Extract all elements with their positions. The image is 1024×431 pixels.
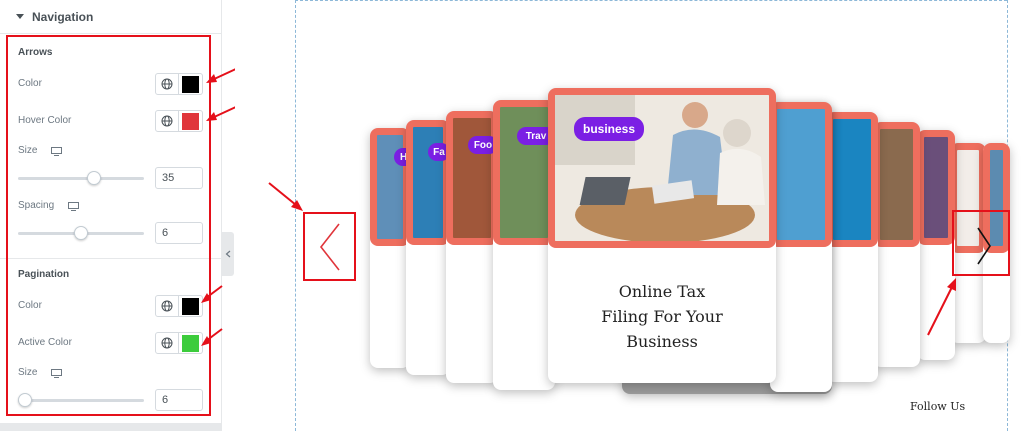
navigation-section-header[interactable]: Navigation [0,0,222,34]
carousel-card[interactable]: Hi [370,128,416,368]
annotation-arrow [268,182,303,211]
card-title-line: Online Tax [618,282,706,301]
follow-us-text: Follow Us [910,400,966,413]
card-image [548,88,776,248]
carousel-card[interactable] [873,122,920,367]
carousel-card[interactable] [826,112,878,382]
editor-screen: Navigation Arrows Color Hover Color Size… [0,0,1024,431]
highlight-box [6,35,211,416]
prev-arrow-icon[interactable] [318,222,342,272]
caret-down-icon [16,14,24,19]
navigation-section-title: Navigation [32,9,94,24]
carousel-card[interactable]: Foo [446,111,498,383]
next-arrow-icon[interactable] [975,226,993,266]
card-title-line: Filing For Your [601,307,723,326]
guide-line [295,0,296,431]
panel-footer [0,423,222,431]
active-carousel-card[interactable]: business Online Tax Filing For Your Busi… [548,88,776,383]
card-title: Online Tax Filing For Your Business [548,279,776,354]
settings-panel: Navigation Arrows Color Hover Color Size… [0,0,222,431]
carousel-card[interactable] [770,102,832,392]
annotation-arrow [927,278,956,336]
category-badge: business [574,117,644,141]
guide-line [295,0,1007,1]
card-title-line: Business [626,332,698,351]
carousel-card[interactable]: Fa [406,120,450,375]
carousel-card[interactable]: Trav [493,100,555,390]
